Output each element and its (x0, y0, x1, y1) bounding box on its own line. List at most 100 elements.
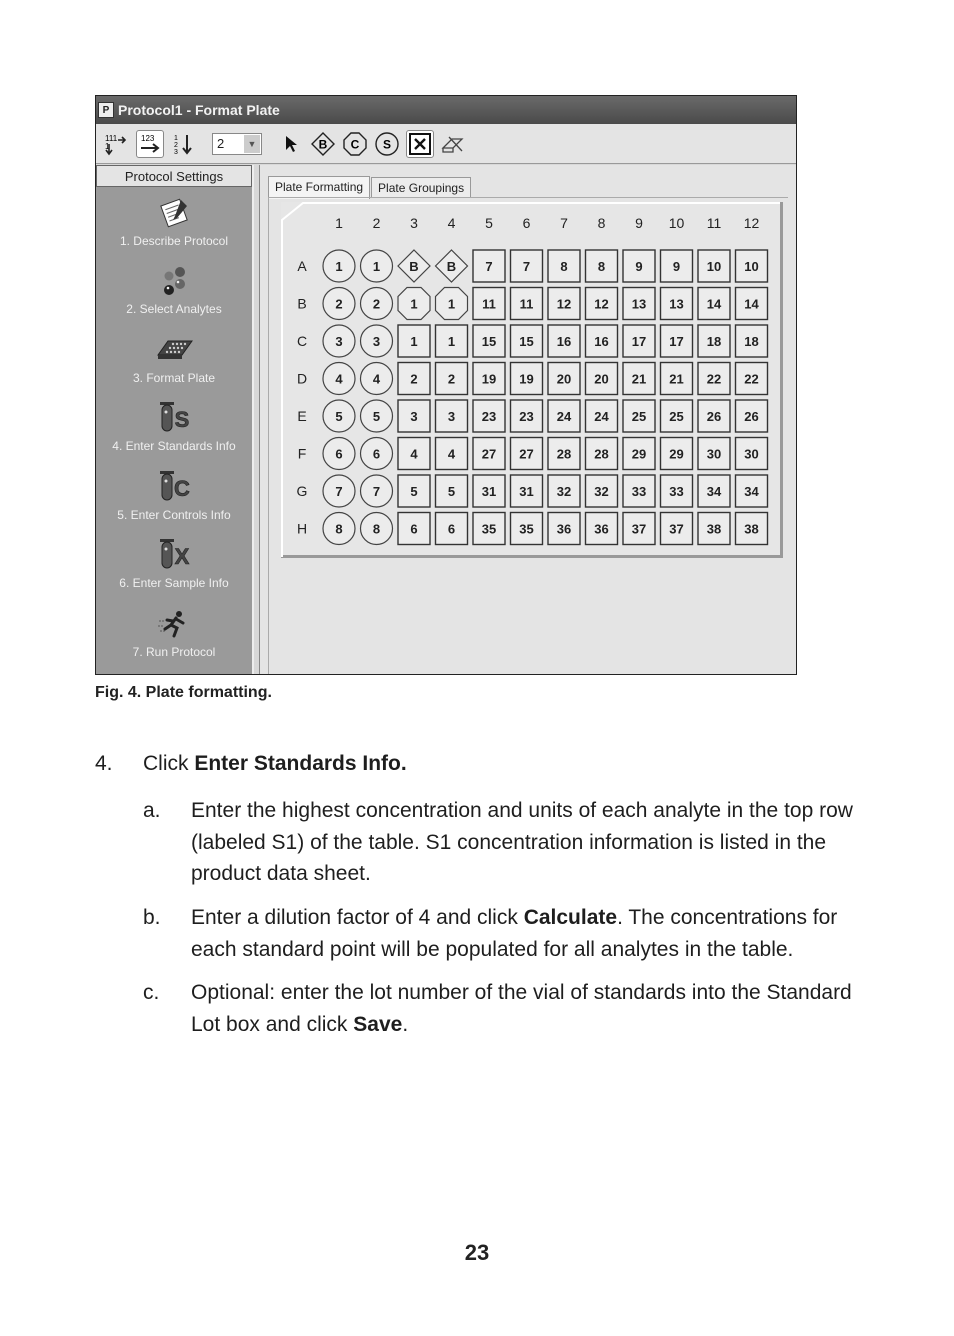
well-D12-square[interactable]: 22 (734, 361, 769, 396)
well-H5-square[interactable]: 35 (472, 511, 506, 546)
standard-tool-button[interactable]: S (374, 131, 400, 157)
well-G1-circle[interactable]: 7 (322, 474, 356, 508)
well-A12-square[interactable]: 10 (734, 249, 769, 283)
well-E4-square[interactable]: 3 (434, 399, 469, 433)
fill-across-button[interactable]: 123 (136, 129, 164, 158)
clear-well-button[interactable] (406, 129, 434, 158)
pointer-tool-button[interactable] (278, 131, 304, 157)
eraser-button[interactable] (440, 131, 466, 157)
sidebar-step-run-protocol[interactable]: 7. Run Protocol (96, 598, 252, 667)
tab-plate-formatting[interactable]: Plate Formatting (268, 176, 371, 199)
well-C3-square[interactable]: 1 (397, 324, 431, 358)
well-H1-circle[interactable]: 8 (322, 511, 356, 546)
well-C6-square[interactable]: 15 (509, 324, 544, 358)
well-E6-square[interactable]: 23 (509, 399, 544, 433)
well-B11-square[interactable]: 14 (697, 286, 731, 321)
well-H11-square[interactable]: 38 (697, 511, 731, 546)
well-E2-circle[interactable]: 5 (359, 399, 394, 433)
blank-tool-button[interactable]: B (310, 131, 336, 157)
control-tool-button[interactable]: C (342, 131, 368, 157)
well-F8-square[interactable]: 28 (584, 436, 619, 471)
well-G5-square[interactable]: 31 (472, 474, 506, 508)
well-D5-square[interactable]: 19 (472, 361, 506, 396)
well-D6-square[interactable]: 19 (509, 361, 544, 396)
well-G3-square[interactable]: 5 (397, 474, 431, 508)
well-F10-square[interactable]: 29 (659, 436, 694, 471)
well-D10-square[interactable]: 21 (659, 361, 694, 396)
well-A1-circle[interactable]: 1 (322, 249, 356, 283)
well-A11-square[interactable]: 10 (697, 249, 731, 283)
well-C7-square[interactable]: 16 (547, 324, 581, 358)
fill-down-right-button[interactable]: 111 1 (102, 130, 130, 158)
well-G8-square[interactable]: 32 (584, 474, 619, 508)
fill-down-button[interactable]: 123 (170, 130, 198, 158)
well-A7-square[interactable]: 8 (547, 249, 581, 283)
well-D1-circle[interactable]: 4 (322, 361, 356, 396)
well-E8-square[interactable]: 24 (584, 399, 619, 433)
well-H12-square[interactable]: 38 (734, 511, 769, 546)
well-B8-square[interactable]: 12 (584, 286, 619, 321)
well-G9-square[interactable]: 33 (622, 474, 656, 508)
well-D11-square[interactable]: 22 (697, 361, 731, 396)
well-F4-square[interactable]: 4 (434, 436, 469, 471)
well-E7-square[interactable]: 24 (547, 399, 581, 433)
well-F5-square[interactable]: 27 (472, 436, 506, 471)
well-G4-square[interactable]: 5 (434, 474, 469, 508)
well-B9-square[interactable]: 13 (622, 286, 656, 321)
well-G11-square[interactable]: 34 (697, 474, 731, 508)
well-F3-square[interactable]: 4 (397, 436, 431, 471)
well-E5-square[interactable]: 23 (472, 399, 506, 433)
well-F1-circle[interactable]: 6 (322, 436, 356, 471)
well-G2-circle[interactable]: 7 (359, 474, 394, 508)
well-B1-circle[interactable]: 2 (322, 286, 356, 321)
well-D7-square[interactable]: 20 (547, 361, 581, 396)
well-C2-circle[interactable]: 3 (359, 324, 394, 358)
well-G6-square[interactable]: 31 (509, 474, 544, 508)
well-C9-square[interactable]: 17 (622, 324, 656, 358)
well-H7-square[interactable]: 36 (547, 511, 581, 546)
well-E10-square[interactable]: 25 (659, 399, 694, 433)
well-D8-square[interactable]: 20 (584, 361, 619, 396)
well-A9-square[interactable]: 9 (622, 249, 656, 283)
sidebar-step-select-analytes[interactable]: 2. Select Analytes (96, 256, 252, 325)
well-B12-square[interactable]: 14 (734, 286, 769, 321)
well-H9-square[interactable]: 37 (622, 511, 656, 546)
well-F6-square[interactable]: 27 (509, 436, 544, 471)
well-A4-diamond[interactable]: B (434, 249, 469, 283)
sidebar-step-enter-sample-info[interactable]: X 6. Enter Sample Info (96, 530, 252, 599)
well-B5-square[interactable]: 11 (472, 286, 506, 321)
well-C8-square[interactable]: 16 (584, 324, 619, 358)
sidebar-step-enter-standards-info[interactable]: S 4. Enter Standards Info (96, 393, 252, 462)
tab-plate-groupings[interactable]: Plate Groupings (371, 177, 472, 198)
well-H4-square[interactable]: 6 (434, 511, 469, 546)
well-C11-square[interactable]: 18 (697, 324, 731, 358)
well-D4-square[interactable]: 2 (434, 361, 469, 396)
well-F11-square[interactable]: 30 (697, 436, 731, 471)
well-C4-square[interactable]: 1 (434, 324, 469, 358)
well-B6-square[interactable]: 11 (509, 286, 544, 321)
well-A8-square[interactable]: 8 (584, 249, 619, 283)
well-B10-square[interactable]: 13 (659, 286, 694, 321)
well-G10-square[interactable]: 33 (659, 474, 694, 508)
well-A3-diamond[interactable]: B (397, 249, 431, 283)
well-E9-square[interactable]: 25 (622, 399, 656, 433)
well-A10-square[interactable]: 9 (659, 249, 694, 283)
well-C10-square[interactable]: 17 (659, 324, 694, 358)
well-D9-square[interactable]: 21 (622, 361, 656, 396)
well-C5-square[interactable]: 15 (472, 324, 506, 358)
well-E12-square[interactable]: 26 (734, 399, 769, 433)
sidebar-step-describe-protocol[interactable]: 1. Describe Protocol (96, 187, 252, 256)
well-B7-square[interactable]: 12 (547, 286, 581, 321)
replicates-select[interactable]: 2 ▼ (212, 132, 262, 155)
well-H10-square[interactable]: 37 (659, 511, 694, 546)
well-C1-circle[interactable]: 3 (322, 324, 356, 358)
well-A2-circle[interactable]: 1 (359, 249, 394, 283)
well-F7-square[interactable]: 28 (547, 436, 581, 471)
well-D2-circle[interactable]: 4 (359, 361, 394, 396)
well-E1-circle[interactable]: 5 (322, 399, 356, 433)
well-H6-square[interactable]: 35 (509, 511, 544, 546)
well-E11-square[interactable]: 26 (697, 399, 731, 433)
well-A6-square[interactable]: 7 (509, 249, 544, 283)
well-F9-square[interactable]: 29 (622, 436, 656, 471)
well-D3-square[interactable]: 2 (397, 361, 431, 396)
